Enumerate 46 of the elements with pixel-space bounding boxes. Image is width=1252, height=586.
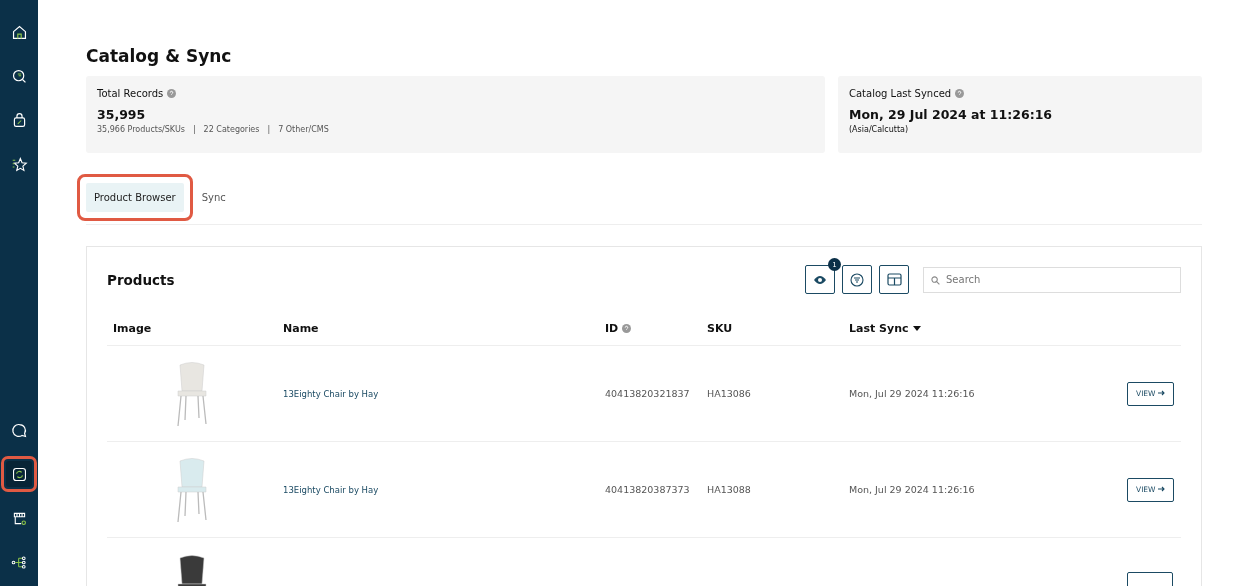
star-icon [10, 155, 28, 173]
stat-label: Catalog Last Synced [849, 88, 952, 99]
separator: | [267, 125, 271, 134]
tree-icon [10, 553, 28, 571]
layout-icon [886, 273, 902, 286]
home-icon [10, 23, 28, 41]
help-icon [622, 324, 632, 333]
table-cell: HA13088 [707, 484, 751, 495]
tab[interactable]: Sync [193, 183, 234, 212]
layout-button[interactable] [879, 265, 909, 294]
chat-icon [10, 421, 28, 439]
eye-icon [813, 274, 827, 285]
tab[interactable]: Product Browser [86, 183, 184, 212]
stat-value: Mon, 29 Jul 2024 at 11:26:16 [849, 107, 1054, 122]
help-icon [955, 89, 965, 98]
stat-label: Total Records [97, 88, 164, 99]
table-cell: 40413820321837 [605, 388, 690, 399]
product-name-link[interactable]: 13Eighty Chair by Hay [283, 484, 379, 495]
filter-button[interactable] [842, 265, 872, 294]
sync-icon [10, 465, 28, 483]
page-title: Catalog & Sync [86, 46, 233, 66]
stat-detail: 35,966 Products/SKUs [97, 125, 185, 134]
table-cell: Mon, Jul 29 2024 11:26:16 [849, 388, 975, 399]
search-icon [10, 67, 28, 85]
filter-icon [850, 272, 864, 287]
table-cell: Mon, Jul 29 2024 11:26:16 [849, 484, 975, 495]
timezone-note: (Asia/Calcutta) [849, 125, 910, 134]
column-header: Name [283, 322, 319, 335]
search-field[interactable]: Search [923, 266, 1181, 293]
search-icon [931, 275, 940, 285]
arrow-icon [1157, 390, 1165, 396]
column-header: ID [605, 322, 619, 335]
column-header[interactable]: Last Sync [849, 322, 909, 335]
stat-detail: 22 Categories [203, 125, 260, 134]
product-name-link[interactable]: 13Eighty Chair by Hay [283, 388, 379, 399]
table-cell: 40413820387373 [605, 484, 690, 495]
column-header: Image [113, 322, 152, 335]
table-cell: HA13086 [707, 388, 751, 399]
stat-value: 35,995 [97, 107, 147, 122]
column-header: SKU [707, 322, 733, 335]
stat-detail: 7 Other/CMS [278, 125, 329, 134]
visibility-button[interactable] [805, 265, 835, 294]
panel-title: Products [107, 271, 176, 288]
separator: | [192, 125, 196, 134]
arrow-icon [1157, 486, 1165, 492]
help-icon [167, 89, 177, 98]
